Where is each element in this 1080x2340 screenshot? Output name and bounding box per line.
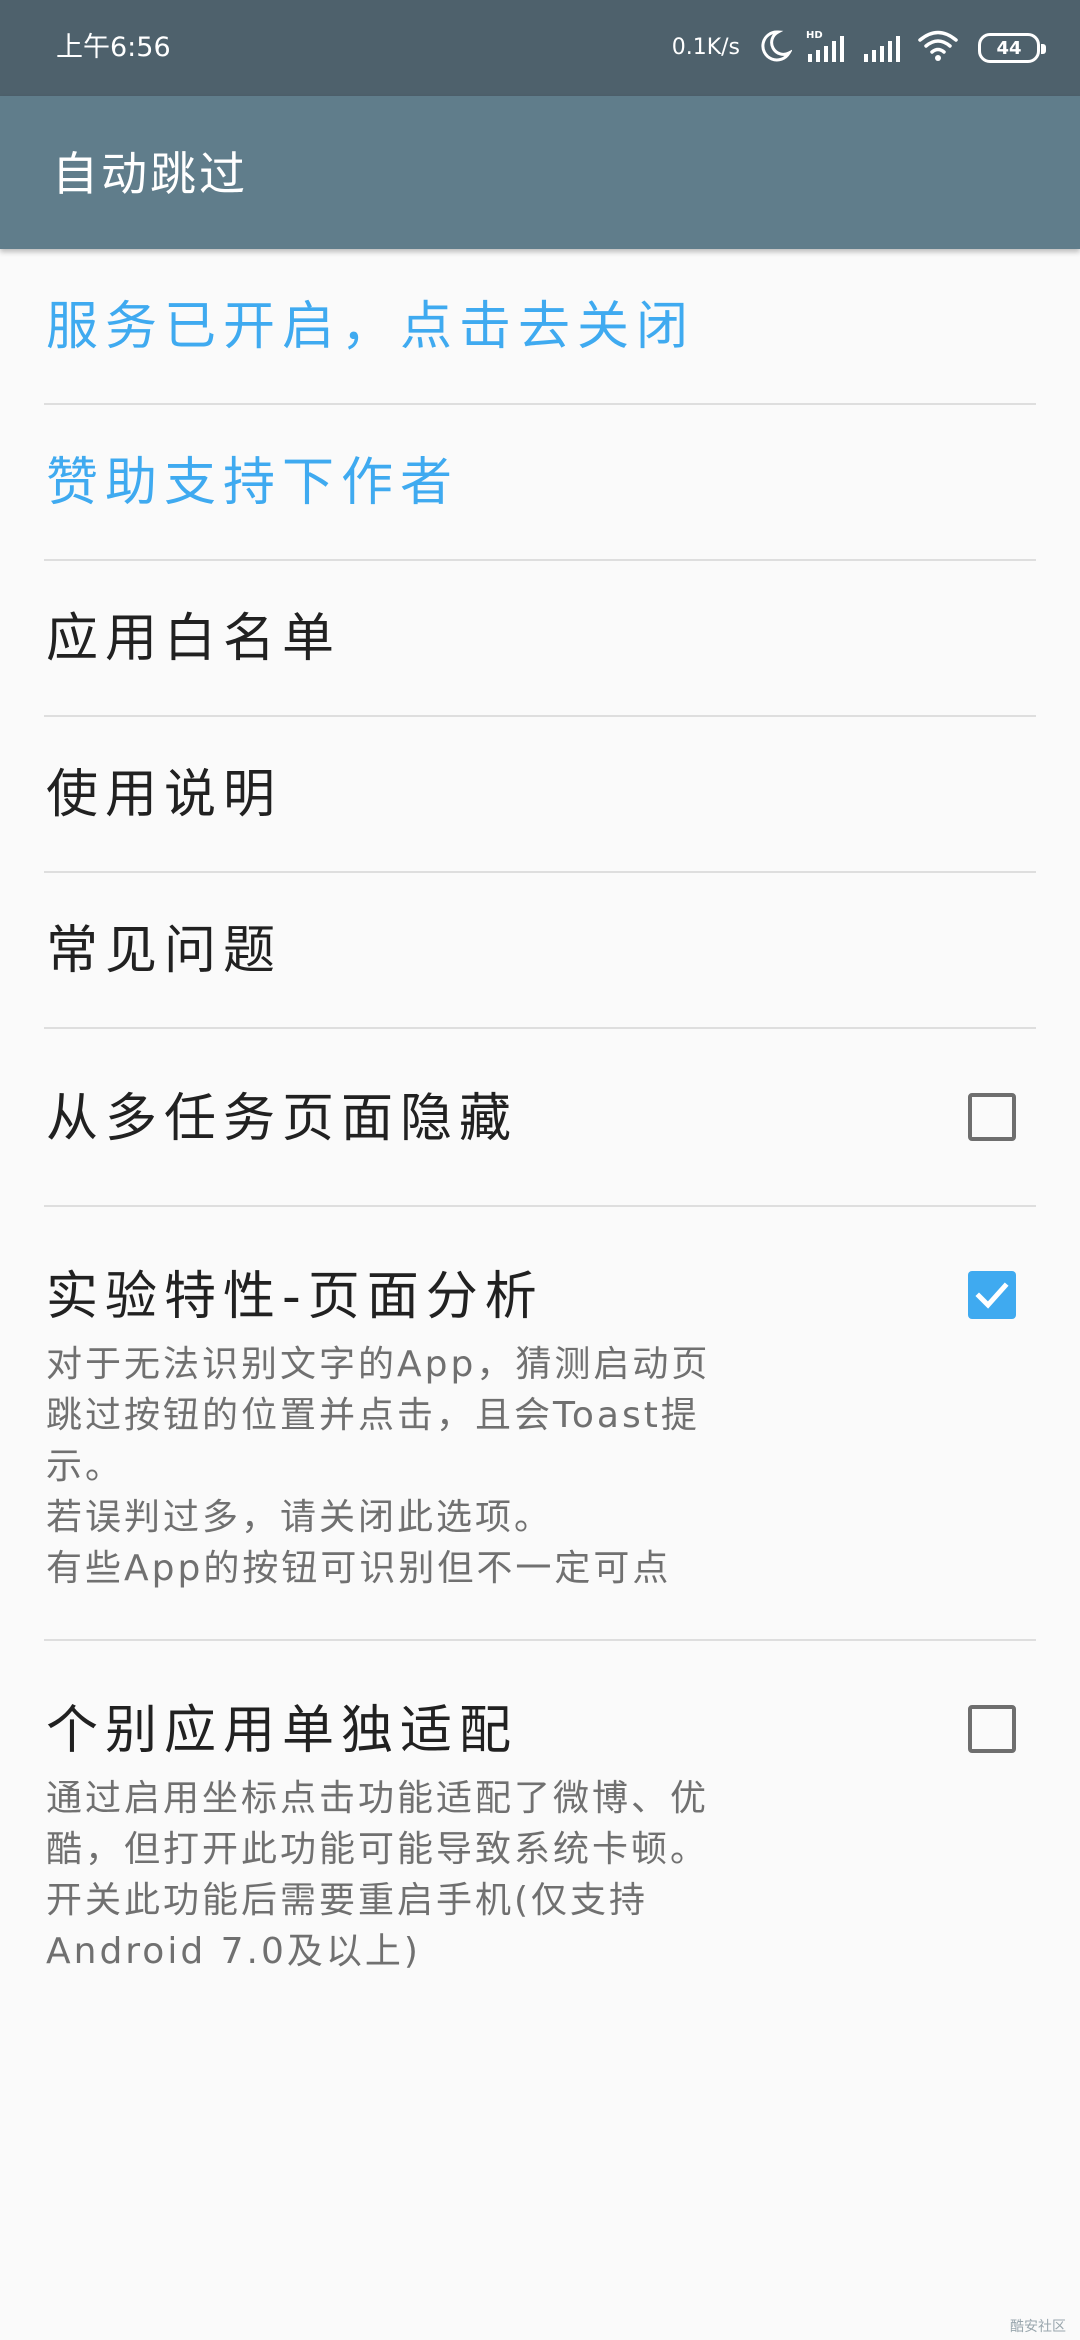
- checkmark-icon: [975, 1282, 1009, 1309]
- instructions-item[interactable]: 使用说明: [0, 717, 1080, 873]
- battery-level: 44: [996, 37, 1022, 59]
- whitelist-item[interactable]: 应用白名单: [0, 561, 1080, 717]
- whitelist-label: 应用白名单: [46, 609, 342, 669]
- status-bar: 上午6:56 0.1K/s HD 44: [0, 0, 1080, 96]
- service-toggle-label: 服务已开启，点击去关闭: [46, 297, 696, 357]
- hide-recents-label: 从多任务页面隐藏: [46, 1089, 519, 1149]
- faq-item[interactable]: 常见问题: [0, 873, 1080, 1029]
- preference-list: 服务已开启，点击去关闭 赞助支持下作者 应用白名单 使用说明 常见问题 从多任务…: [0, 249, 1080, 2061]
- per-app-adapt-checkbox[interactable]: [968, 1705, 1016, 1753]
- wifi-icon: [918, 29, 958, 67]
- status-time: 上午6:56: [56, 32, 171, 63]
- hide-recents-item[interactable]: 从多任务页面隐藏: [0, 1029, 1080, 1207]
- page-analysis-label: 实验特性-页面分析: [46, 1267, 544, 1327]
- hd-signal-icon: HD: [806, 28, 848, 68]
- watermark: 酷安社区: [1010, 2319, 1066, 2335]
- status-icons: 0.1K/s HD 44: [671, 24, 1046, 72]
- hide-recents-checkbox[interactable]: [968, 1093, 1016, 1141]
- page-analysis-summary: 对于无法识别文字的App，猜测启动页 跳过按钮的位置并点击，且会Toast提 示…: [46, 1344, 711, 1589]
- app-bar: 自动跳过: [0, 96, 1080, 249]
- svg-text:HD: HD: [806, 30, 823, 41]
- page-analysis-checkbox[interactable]: [968, 1271, 1016, 1319]
- network-speed: 0.1K/s: [671, 35, 740, 60]
- signal-icon: [862, 28, 904, 68]
- battery-icon: 44: [978, 33, 1046, 63]
- donate-item[interactable]: 赞助支持下作者: [0, 405, 1080, 561]
- per-app-adapt-summary: 通过启用坐标点击功能适配了微博、优 酷，但打开此功能可能导致系统卡顿。 开关此功…: [46, 1778, 710, 1972]
- page-analysis-item[interactable]: 实验特性-页面分析 对于无法识别文字的App，猜测启动页 跳过按钮的位置并点击，…: [0, 1207, 1080, 1641]
- per-app-adapt-label: 个别应用单独适配: [46, 1701, 519, 1761]
- service-toggle-item[interactable]: 服务已开启，点击去关闭: [0, 249, 1080, 405]
- per-app-adapt-item[interactable]: 个别应用单独适配 通过启用坐标点击功能适配了微博、优 酷，但打开此功能可能导致系…: [0, 1641, 1080, 2061]
- donate-label: 赞助支持下作者: [46, 453, 460, 513]
- app-title: 自动跳过: [52, 147, 248, 201]
- moon-icon: [758, 29, 793, 67]
- faq-label: 常见问题: [46, 921, 283, 981]
- instructions-label: 使用说明: [46, 765, 283, 825]
